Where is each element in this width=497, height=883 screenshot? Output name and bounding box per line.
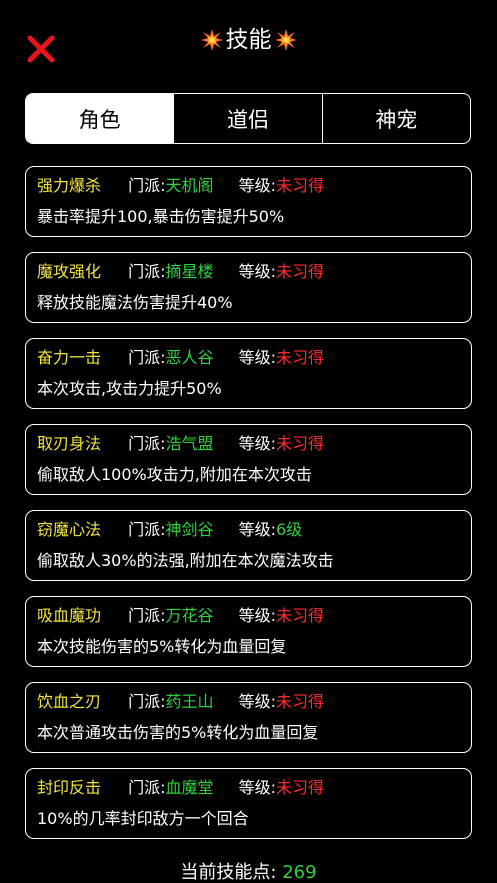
skill-name: 吸血魔功	[37, 606, 102, 625]
skill-name: 魔攻强化	[37, 262, 102, 281]
level-label: 等级:	[238, 520, 276, 539]
level-label: 等级:	[238, 778, 276, 797]
skill-description: 偷取敌人100%攻击力,附加在本次攻击	[37, 465, 312, 484]
skills-screen: 技能 角色 道侣 神宠 强力爆杀 门派:天机阁 等级:未习得 暴击率提升100,…	[0, 0, 497, 883]
skill-name: 奋力一击	[37, 348, 102, 367]
tab-label: 角色	[78, 107, 121, 132]
school-label: 门派:	[128, 262, 166, 281]
level-label: 等级:	[238, 692, 276, 711]
skill-name: 窃魔心法	[37, 520, 102, 539]
school-value: 血魔堂	[165, 778, 214, 797]
level-value: 未习得	[276, 606, 325, 625]
school-label: 门派:	[128, 520, 166, 539]
skill-card[interactable]: 取刃身法 门派:浩气盟 等级:未习得 偷取敌人100%攻击力,附加在本次攻击	[25, 424, 472, 495]
skill-card[interactable]: 饮血之刃 门派:药王山 等级:未习得 本次普通攻击伤害的5%转化为血量回复	[25, 682, 472, 753]
skill-points-label: 当前技能点:	[180, 862, 283, 883]
skill-points: 当前技能点: 269	[0, 861, 497, 883]
skill-name: 封印反击	[37, 778, 102, 797]
skill-card[interactable]: 封印反击 门派:血魔堂 等级:未习得 10%的几率封印敌方一个回合	[25, 768, 472, 839]
skill-description: 暴击率提升100,暴击伤害提升50%	[37, 207, 285, 226]
level-label: 等级:	[238, 434, 276, 453]
skill-description: 本次普通攻击伤害的5%转化为血量回复	[37, 723, 319, 742]
collision-burst-icon	[274, 29, 297, 51]
level-value: 未习得	[276, 262, 325, 281]
skill-description: 本次技能伤害的5%转化为血量回复	[37, 637, 287, 656]
tab-label: 道侣	[226, 107, 269, 132]
skill-list: 强力爆杀 门派:天机阁 等级:未习得 暴击率提升100,暴击伤害提升50% 魔攻…	[25, 166, 472, 854]
skill-card[interactable]: 强力爆杀 门派:天机阁 等级:未习得 暴击率提升100,暴击伤害提升50%	[25, 166, 472, 237]
level-label: 等级:	[238, 606, 276, 625]
tab-label: 神宠	[375, 107, 418, 132]
level-value: 未习得	[276, 348, 325, 367]
page-title: 技能	[0, 22, 497, 58]
level-value: 未习得	[276, 176, 325, 195]
title-text: 技能	[225, 27, 272, 53]
school-label: 门派:	[128, 434, 166, 453]
level-value: 未习得	[276, 692, 325, 711]
school-label: 门派:	[128, 176, 166, 195]
skill-description: 释放技能魔法伤害提升40%	[37, 293, 233, 312]
skill-description: 本次攻击,攻击力提升50%	[37, 379, 222, 398]
school-label: 门派:	[128, 692, 166, 711]
level-value: 未习得	[276, 778, 325, 797]
level-label: 等级:	[238, 176, 276, 195]
category-tabs: 角色 道侣 神宠	[25, 93, 471, 144]
skill-card[interactable]: 吸血魔功 门派:万花谷 等级:未习得 本次技能伤害的5%转化为血量回复	[25, 596, 472, 667]
skill-description: 偷取敌人30%的法强,附加在本次魔法攻击	[37, 551, 334, 570]
school-label: 门派:	[128, 778, 166, 797]
school-value: 天机阁	[165, 176, 214, 195]
skill-card[interactable]: 魔攻强化 门派:摘星楼 等级:未习得 释放技能魔法伤害提升40%	[25, 252, 472, 323]
skill-name: 强力爆杀	[37, 176, 102, 195]
skill-card[interactable]: 窃魔心法 门派:神剑谷 等级:6级 偷取敌人30%的法强,附加在本次魔法攻击	[25, 510, 472, 581]
level-value: 6级	[276, 520, 303, 539]
school-value: 万花谷	[165, 606, 214, 625]
skill-description: 10%的几率封印敌方一个回合	[37, 809, 249, 828]
skill-points-value: 269	[282, 862, 317, 883]
school-value: 恶人谷	[165, 348, 214, 367]
level-value: 未习得	[276, 434, 325, 453]
level-label: 等级:	[238, 262, 276, 281]
school-value: 药王山	[165, 692, 214, 711]
collision-burst-icon	[200, 29, 223, 51]
skill-name: 取刃身法	[37, 434, 102, 453]
tab-companion[interactable]: 道侣	[173, 94, 321, 143]
level-label: 等级:	[238, 348, 276, 367]
skill-card[interactable]: 奋力一击 门派:恶人谷 等级:未习得 本次攻击,攻击力提升50%	[25, 338, 472, 409]
school-label: 门派:	[128, 348, 166, 367]
school-value: 神剑谷	[165, 520, 214, 539]
school-label: 门派:	[128, 606, 166, 625]
skill-name: 饮血之刃	[37, 692, 102, 711]
tab-character[interactable]: 角色	[26, 94, 174, 143]
school-value: 摘星楼	[165, 262, 214, 281]
school-value: 浩气盟	[165, 434, 214, 453]
tab-pet[interactable]: 神宠	[321, 94, 470, 143]
